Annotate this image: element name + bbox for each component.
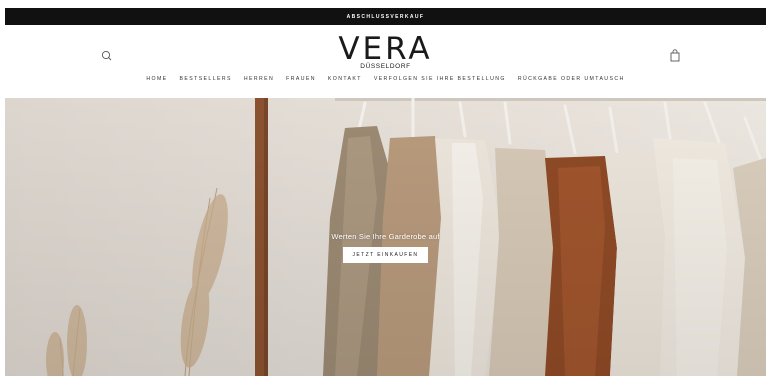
main-navigation: HOME BESTSELLERS HERREN FRAUEN KONTAKT V… [5, 76, 766, 82]
nav-item-home[interactable]: HOME [146, 76, 167, 82]
nav-item-bestsellers[interactable]: BESTSELLERS [180, 76, 232, 82]
nav-item-herren[interactable]: HERREN [244, 76, 274, 82]
nav-item-frauen[interactable]: FRAUEN [286, 76, 316, 82]
page-frame: ABSCHLUSSVERKAUF VERA DÜSSELDORF HOME BE… [5, 8, 766, 376]
announcement-text: ABSCHLUSSVERKAUF [346, 13, 425, 20]
nav-item-returns[interactable]: RÜCKGABE ODER UMTAUSCH [518, 76, 625, 82]
hero-heading: Werten Sie Ihre Garderobe auf [331, 232, 440, 241]
site-header: VERA DÜSSELDORF HOME BESTSELLERS HERREN … [5, 25, 766, 98]
hero-content: Werten Sie Ihre Garderobe auf JETZT EINK… [5, 232, 766, 263]
shop-now-button[interactable]: JETZT EINKAUFEN [342, 247, 429, 263]
hero-banner: Werten Sie Ihre Garderobe auf JETZT EINK… [5, 98, 766, 376]
logo-location: DÜSSELDORF [360, 63, 411, 70]
nav-item-order-tracking[interactable]: VERFOLGEN SIE IHRE BESTELLUNG [374, 76, 506, 82]
shopping-bag-icon[interactable] [668, 48, 682, 64]
logo-wordmark: VERA [338, 31, 433, 67]
store-logo[interactable]: VERA DÜSSELDORF [5, 31, 766, 71]
nav-item-kontakt[interactable]: KONTAKT [328, 76, 362, 82]
announcement-bar[interactable]: ABSCHLUSSVERKAUF [5, 8, 766, 25]
